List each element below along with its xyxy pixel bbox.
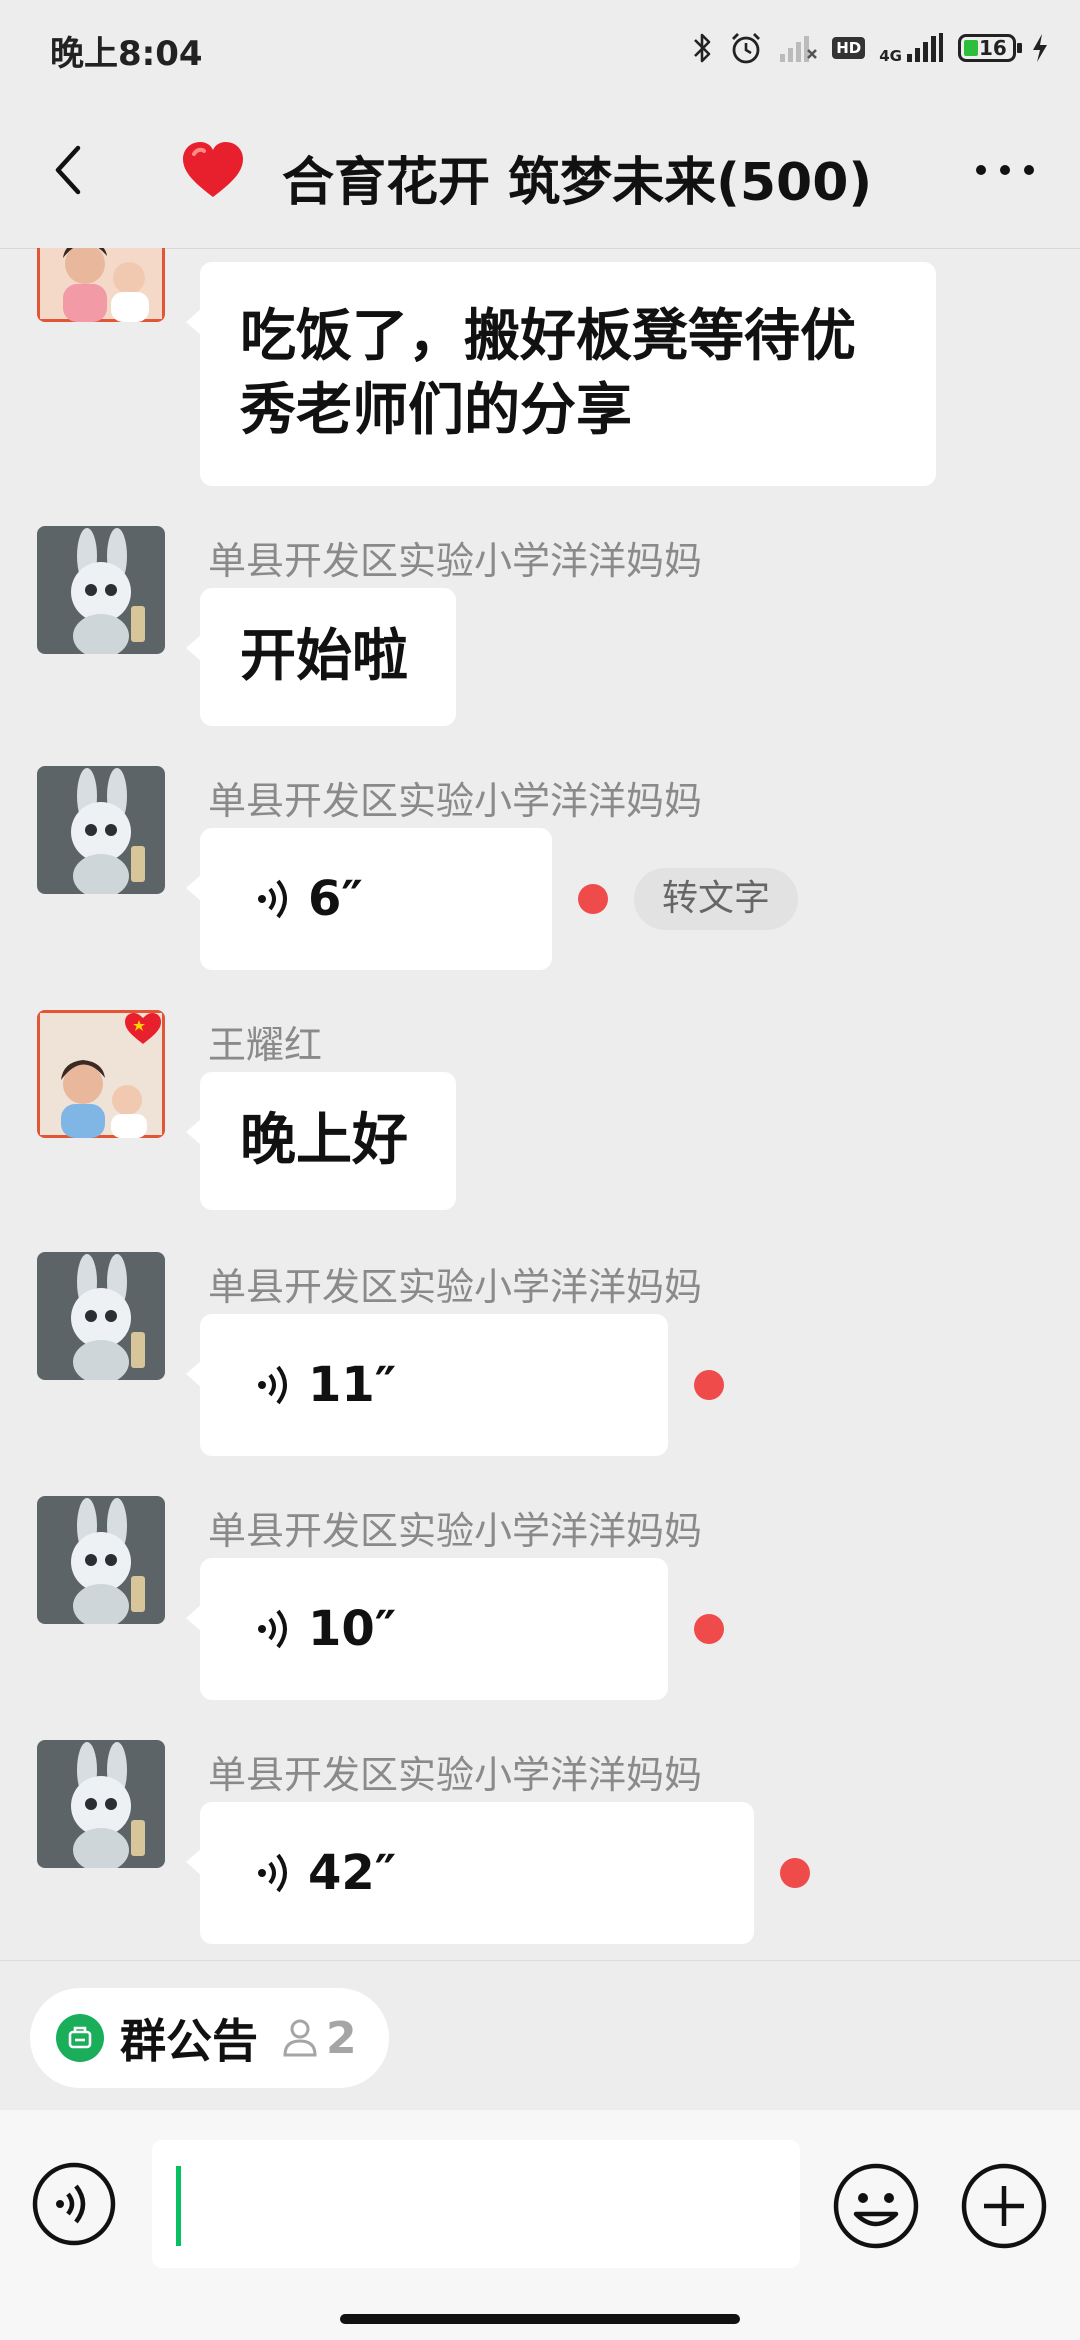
unread-dot	[780, 1858, 810, 1888]
message-bubble[interactable]: 开始啦	[186, 588, 456, 726]
announcement-count: 2	[280, 2013, 357, 2064]
cellular-bars-icon	[907, 33, 943, 62]
status-bar: 晚上8:04 HD 4G 16	[0, 0, 1080, 96]
avatar[interactable]	[37, 526, 165, 654]
voice-duration: 11″	[308, 1357, 397, 1413]
avatar-photo-woman-child-flag	[37, 1010, 165, 1138]
bunny-avatar-icon	[37, 526, 165, 654]
message-bubble[interactable]: 吃饭了，搬好板凳等待优 秀老师们的分享	[186, 262, 936, 486]
bunny-avatar-icon	[37, 1740, 165, 1868]
voice-wave-icon	[258, 1853, 287, 1893]
convert-to-text-button[interactable]: 转文字	[634, 868, 799, 930]
avatar[interactable]	[37, 248, 165, 322]
message-bubble[interactable]: 晚上好	[186, 1072, 456, 1210]
cellular-signal: 4G	[879, 33, 944, 64]
sender-name: 单县开发区实验小学洋洋妈妈	[208, 1509, 703, 1553]
group-title: 合育花开 筑梦未来(500)	[282, 153, 873, 213]
text-cursor	[176, 2166, 181, 2246]
message-text: 开始啦	[240, 624, 408, 689]
emoji-button[interactable]	[832, 2162, 920, 2250]
clock: 晚上8:04	[50, 34, 203, 74]
voice-wave-icon	[258, 1609, 287, 1649]
voice-message[interactable]: 10″	[186, 1558, 668, 1700]
avatar[interactable]	[37, 1010, 165, 1138]
voice-message[interactable]: 42″	[186, 1802, 754, 1944]
avatar-photo-woman-child	[37, 248, 165, 322]
avatar[interactable]	[37, 766, 165, 894]
bluetooth-icon	[694, 33, 711, 63]
voice-wave-icon	[258, 879, 287, 919]
sender-name: 单县开发区实验小学洋洋妈妈	[208, 779, 703, 823]
sender-name: 单县开发区实验小学洋洋妈妈	[208, 539, 703, 583]
voice-duration: 6″	[308, 871, 363, 927]
voice-message[interactable]: 6″	[186, 828, 552, 970]
back-button[interactable]	[40, 140, 100, 200]
sender-name: 王耀红	[208, 1023, 323, 1067]
sender-name: 单县开发区实验小学洋洋妈妈	[208, 1265, 703, 1309]
back-arrow-icon	[55, 145, 81, 195]
status-icons: HD 4G 16	[692, 24, 1050, 72]
voice-message[interactable]: 11″	[186, 1314, 668, 1456]
person-icon	[283, 2019, 317, 2057]
plus-icon	[961, 2163, 1047, 2249]
announcement-label: 群公告	[120, 2014, 258, 2068]
more-button[interactable]	[970, 140, 1040, 200]
charging-bolt-icon	[1033, 34, 1047, 62]
red-heart-emoji	[180, 140, 246, 200]
red-heart-icon	[183, 142, 243, 197]
unread-dot	[694, 1614, 724, 1644]
message-text: 秀老师们的分享	[240, 378, 632, 443]
bunny-avatar-icon	[37, 766, 165, 894]
message-input[interactable]	[152, 2140, 800, 2268]
unread-dot	[578, 884, 608, 914]
voice-duration: 10″	[308, 1601, 397, 1657]
voice-wave-icon	[258, 1365, 287, 1405]
chat-header: 合育花开 筑梦未来(500)	[0, 96, 1080, 249]
avatar[interactable]	[37, 1740, 165, 1868]
alarm-icon	[732, 33, 761, 64]
voice-mode-icon	[32, 2162, 116, 2246]
sender-name: 单县开发区实验小学洋洋妈妈	[208, 1753, 703, 1797]
bunny-avatar-icon	[37, 1252, 165, 1380]
voice-duration: 42″	[308, 1845, 397, 1901]
more-dots-icon	[976, 165, 1034, 175]
divider	[0, 1960, 1080, 1961]
message-list[interactable]: 吃饭了，搬好板凳等待优 秀老师们的分享 单县开发区实验小学洋洋妈妈 开始啦 单县…	[0, 248, 1080, 1960]
message-text: 吃饭了，搬好板凳等待优	[240, 304, 856, 369]
group-announcement-chip[interactable]: 群公告 2	[30, 1988, 389, 2088]
bunny-avatar-icon	[37, 1496, 165, 1624]
avatar[interactable]	[37, 1252, 165, 1380]
voice-input-button[interactable]	[32, 2162, 116, 2246]
emoji-smile-icon	[833, 2163, 919, 2249]
battery-icon: 16	[958, 34, 1022, 62]
input-bar	[0, 2110, 1080, 2340]
message-text: 晚上好	[240, 1108, 408, 1173]
announcement-icon	[56, 2014, 104, 2062]
home-indicator[interactable]	[340, 2314, 740, 2324]
hd-badge: HD	[832, 37, 866, 59]
unread-dot	[694, 1370, 724, 1400]
wifi-signal-off-icon	[780, 36, 818, 62]
more-functions-button[interactable]	[960, 2162, 1048, 2250]
avatar[interactable]	[37, 1496, 165, 1624]
